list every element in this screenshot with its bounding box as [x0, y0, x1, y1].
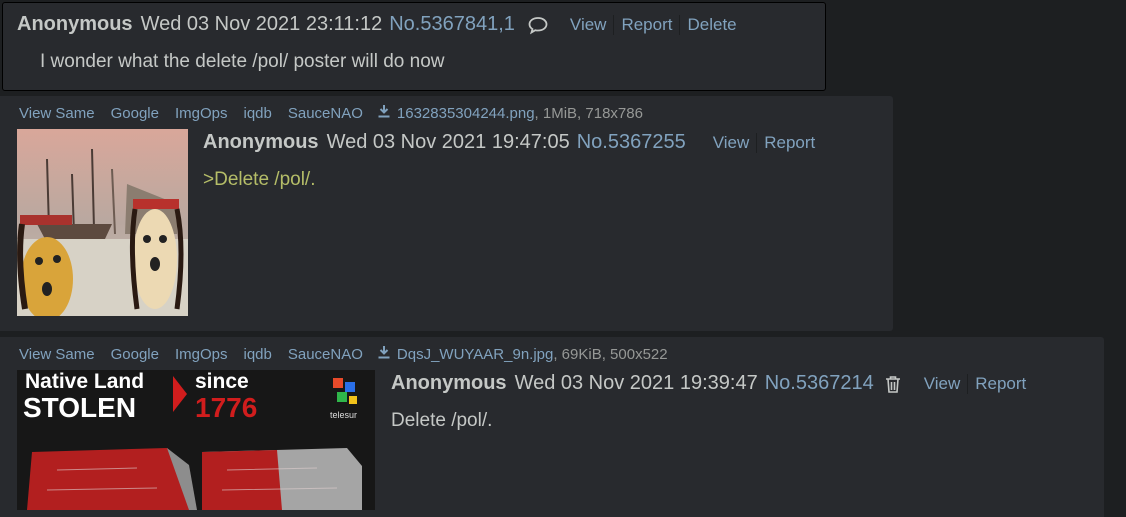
file-info: View Same Google ImgOps iqdb SauceNAO 16… — [19, 104, 643, 122]
file-meta: , 1MiB, 718x786 — [534, 104, 643, 122]
post-header: Anonymous Wed 03 Nov 2021 19:39:47 No.53… — [391, 372, 1033, 395]
thumbnail-image[interactable] — [17, 129, 188, 316]
saucenao-link[interactable]: SauceNAO — [280, 346, 371, 363]
view-button[interactable]: View — [563, 15, 614, 35]
thumb-caption-since: since — [195, 370, 249, 393]
poster-name: Anonymous — [203, 131, 319, 153]
report-button[interactable]: Report — [756, 132, 822, 153]
poster-name: Anonymous — [391, 372, 507, 394]
file-info: View Same Google ImgOps iqdb SauceNAO Dq… — [19, 345, 668, 363]
download-icon[interactable] — [377, 345, 391, 363]
download-icon[interactable] — [377, 104, 391, 122]
thumb-caption-stolen: STOLEN — [23, 392, 137, 423]
post-date: Wed 03 Nov 2021 19:39:47 — [514, 372, 758, 394]
greentext-message: >Delete /pol/. — [203, 169, 316, 190]
saucenao-link[interactable]: SauceNAO — [280, 105, 371, 122]
iqdb-link[interactable]: iqdb — [235, 346, 279, 363]
view-same-link[interactable]: View Same — [19, 346, 103, 363]
thumb-caption-native-land: Native Land — [25, 370, 145, 393]
delete-button[interactable]: Delete — [679, 14, 743, 35]
report-button[interactable]: Report — [613, 14, 679, 35]
iqdb-link[interactable]: iqdb — [235, 105, 279, 122]
imgops-link[interactable]: ImgOps — [167, 346, 236, 363]
file-meta: , 69KiB, 500x522 — [553, 345, 668, 363]
view-same-link[interactable]: View Same — [19, 105, 103, 122]
reply-post: View Same Google ImgOps iqdb SauceNAO Dq… — [0, 337, 1104, 517]
post-date: Wed 03 Nov 2021 23:11:12 — [140, 13, 383, 35]
post-header: Anonymous Wed 03 Nov 2021 23:11:12 No.53… — [17, 13, 744, 36]
view-button[interactable]: View — [917, 374, 968, 394]
file-name-link[interactable]: DqsJ_WUYAAR_9n.jpg — [397, 346, 553, 363]
imgops-link[interactable]: ImgOps — [167, 105, 236, 122]
trash-icon[interactable] — [885, 375, 901, 393]
post-header: Anonymous Wed 03 Nov 2021 19:47:05 No.53… — [203, 131, 822, 154]
post-message: Delete /pol/. — [391, 410, 493, 431]
reply-bubble-icon[interactable] — [527, 15, 549, 35]
post-message: I wonder what the delete /pol/ poster wi… — [40, 51, 445, 72]
report-button[interactable]: Report — [967, 373, 1033, 394]
reply-post: Anonymous Wed 03 Nov 2021 23:11:12 No.53… — [2, 2, 826, 91]
thumb-brand: telesur — [330, 410, 358, 420]
post-number-link[interactable]: No.5367255 — [577, 131, 686, 154]
google-link[interactable]: Google — [103, 105, 167, 122]
poster-name: Anonymous — [17, 13, 133, 35]
post-number-link[interactable]: No.5367214 — [765, 372, 874, 395]
post-number-link[interactable]: No.5367841,1 — [389, 13, 515, 36]
post-date: Wed 03 Nov 2021 19:47:05 — [326, 131, 570, 153]
view-button[interactable]: View — [706, 133, 757, 153]
thumbnail-image[interactable]: Native Land since STOLEN 1776 telesur — [17, 370, 375, 510]
reply-post: View Same Google ImgOps iqdb SauceNAO 16… — [0, 96, 893, 331]
google-link[interactable]: Google — [103, 346, 167, 363]
thumb-caption-year: 1776 — [195, 392, 258, 423]
file-name-link[interactable]: 1632835304244.png — [397, 105, 535, 122]
